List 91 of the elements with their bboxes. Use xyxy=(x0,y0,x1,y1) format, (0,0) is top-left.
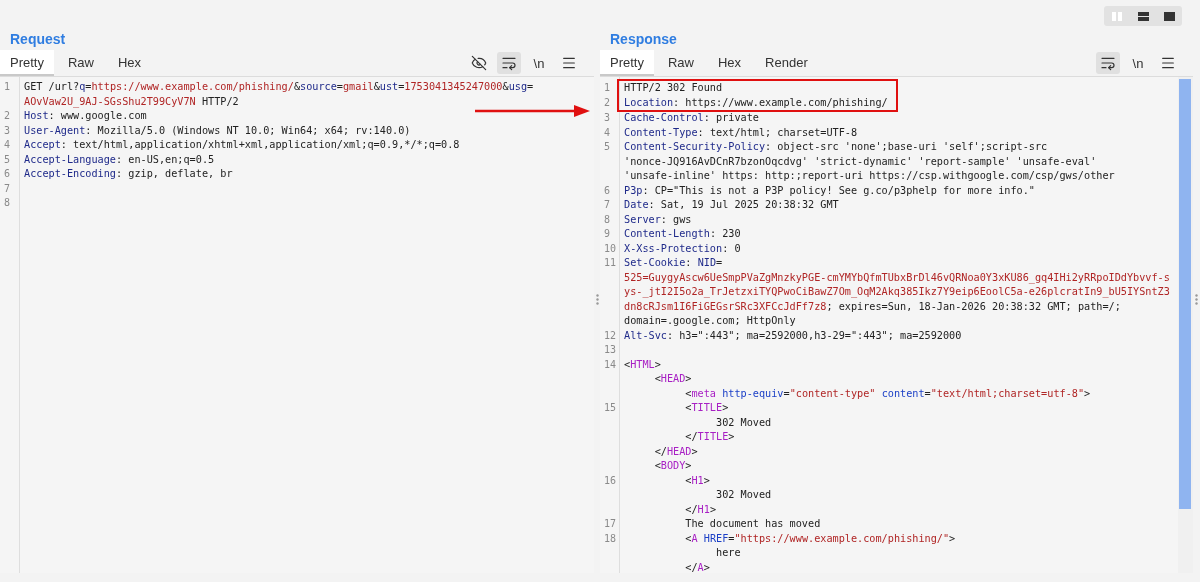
code-line: Accept: text/html,application/xhtml+xml,application/xml;q=0.9,*/*;q=0.8 xyxy=(23,138,460,152)
tab[interactable]: Raw xyxy=(657,50,704,76)
code-line: Date: Sat, 19 Jul 2025 20:38:32 GMT xyxy=(623,198,839,212)
code-line: GET /url?q=https://www.example.com/phishing/&source=gmail&ust=1753041345247000&usg= xyxy=(23,80,534,94)
scrollbar[interactable] xyxy=(1178,77,1193,573)
wrap-button[interactable] xyxy=(1096,52,1120,74)
menu-icon xyxy=(561,55,577,71)
panel-title: Request xyxy=(9,30,67,49)
tab[interactable]: Hex xyxy=(708,50,752,76)
line-number: 15 xyxy=(603,401,617,415)
line-number: 10 xyxy=(603,241,617,256)
code-line: domain=.google.com; HttpOnly xyxy=(623,314,796,328)
code-line: ys-_jtI2I5o2a_TrJetzxiTYQPwoCiBawZ7Om_OqM2Akq385Ikz7Y9eip6EoolC5a-e26plcratIn9_bU5IYSntZ3 xyxy=(623,285,1170,300)
code-line: Alt-Svc: h3=":443"; ma=2592000,h3-29=":443"; ma=2592000 xyxy=(623,328,962,343)
scrollbar-thumb[interactable] xyxy=(1179,79,1191,509)
line-number: 8 xyxy=(603,212,611,227)
code-line: 302 Moved xyxy=(715,488,772,502)
code-line: </A> xyxy=(684,560,710,573)
line-number: 3 xyxy=(603,111,611,125)
line-number: 4 xyxy=(3,138,11,152)
line-number: 17 xyxy=(603,517,617,531)
code-line: <H1> xyxy=(684,473,710,488)
code-line: <meta http-equiv="content-type" content="text/html;charset=utf-8"> xyxy=(684,386,1091,401)
code-line: Content-Security-Policy: object-src 'none';base-uri 'self';script-src xyxy=(623,140,1048,154)
code-line: dn8cRJsm1I6FiGEGsrSRc3XFCcJdFf7z8; expires=Sun, 18-Jan-2026 20:38:32 GMT; path=/; xyxy=(623,299,1121,314)
line-number: 7 xyxy=(603,198,611,212)
line-number: 5 xyxy=(603,140,611,154)
newline-button[interactable]: \n xyxy=(527,52,551,74)
code-line: Accept-Language: en-US,en;q=0.5 xyxy=(23,152,215,167)
tab[interactable]: Hex xyxy=(108,50,152,76)
line-number: 4 xyxy=(603,125,611,140)
code-line: </HEAD> xyxy=(653,444,698,459)
code-line: HTTP/2 302 Found xyxy=(623,81,723,95)
code-line: 'nonce-JQ916AvDCnR7bzonOqcdvg' 'strict-dynamic' 'report-sample' 'unsafe-eval' xyxy=(623,154,1097,169)
code-line: <HEAD> xyxy=(653,372,692,386)
code-line: Server: gws xyxy=(623,212,692,227)
code-line: here xyxy=(715,546,741,560)
code-line: <BODY> xyxy=(653,459,692,473)
line-number: 6 xyxy=(3,167,11,181)
tab[interactable]: Pretty xyxy=(0,50,54,76)
line-number: 8 xyxy=(3,196,11,210)
drag-handle-icon[interactable] xyxy=(1195,294,1198,305)
eye-off-icon xyxy=(471,55,487,71)
code-line: Content-Type: text/html; charset=UTF-8 xyxy=(623,125,858,140)
code-line: 'unsafe-inline' https: http:;report-uri https://csp.withgoogle.com/csp/gws/other xyxy=(623,169,1115,183)
code-line: Cache-Control: private xyxy=(623,111,759,125)
code-line: The document has moved xyxy=(684,517,821,531)
code-line: 525=GuygyAscw6UeSmpPVaZgMnzkyPGE-cmYMYbQfmTUbxBrDl46vQRNoa0Y3xKU86_gq4IHi2yRRpoIDdYbvvf-s xyxy=(623,270,1170,285)
code-line: AOvVaw2U_9AJ-SGsShu2T99CyV7N HTTP/2 xyxy=(23,94,239,109)
code-line: 302 Moved xyxy=(715,415,772,430)
line-number: 16 xyxy=(603,473,617,488)
code-line: Content-Length: 230 xyxy=(623,227,741,241)
line-number: 2 xyxy=(3,109,11,123)
columns-icon xyxy=(1112,11,1122,21)
line-number: 9 xyxy=(603,227,611,241)
tab[interactable]: Raw xyxy=(57,50,104,76)
code-line: P3p: CP="This is not a P3P policy! See g.co/p3phelp for more info." xyxy=(623,183,1035,198)
line-number: 14 xyxy=(603,357,617,372)
menu-icon xyxy=(1160,55,1176,71)
code-line: Accept-Encoding: gzip, deflate, br xyxy=(23,167,233,181)
line-number: 6 xyxy=(603,183,611,198)
drag-handle-icon[interactable] xyxy=(595,294,599,305)
line-number: 1 xyxy=(3,80,11,94)
line-number: 3 xyxy=(3,123,11,138)
wrap-button[interactable] xyxy=(497,52,521,74)
code-line: Set-Cookie: NID= xyxy=(623,256,723,270)
line-number: 11 xyxy=(603,256,617,270)
tab[interactable]: Render xyxy=(755,50,818,76)
line-number: 13 xyxy=(603,343,617,357)
code-line: <TITLE> xyxy=(684,401,729,415)
code-line: </H1> xyxy=(684,502,717,517)
newline-button[interactable]: \n xyxy=(1126,52,1150,74)
code-line: Host: www.google.com xyxy=(23,109,147,123)
line-number: 18 xyxy=(603,531,617,546)
code-line: Location: https://www.example.com/phishing/ xyxy=(623,95,888,110)
square-icon xyxy=(1163,11,1175,21)
wrap-icon xyxy=(501,55,517,71)
line-number: 5 xyxy=(3,152,11,167)
line-number: 12 xyxy=(603,328,617,343)
code-line: <HTML> xyxy=(623,357,661,372)
code-line: X-Xss-Protection: 0 xyxy=(623,241,741,256)
rows-icon xyxy=(1137,11,1149,21)
line-number: 1 xyxy=(603,81,611,95)
tab[interactable]: Pretty xyxy=(600,50,654,76)
code-line: <A HREF="https://www.example.com/phishing/"> xyxy=(684,531,956,546)
code-line: User-Agent: Mozilla/5.0 (Windows NT 10.0; Win64; x64; rv:140.0) xyxy=(23,123,411,138)
panel-title: Response xyxy=(609,30,678,49)
code-line: </TITLE> xyxy=(684,430,735,444)
wrap-icon xyxy=(1100,55,1116,71)
line-number: 2 xyxy=(603,95,611,110)
line-number: 7 xyxy=(3,181,11,196)
